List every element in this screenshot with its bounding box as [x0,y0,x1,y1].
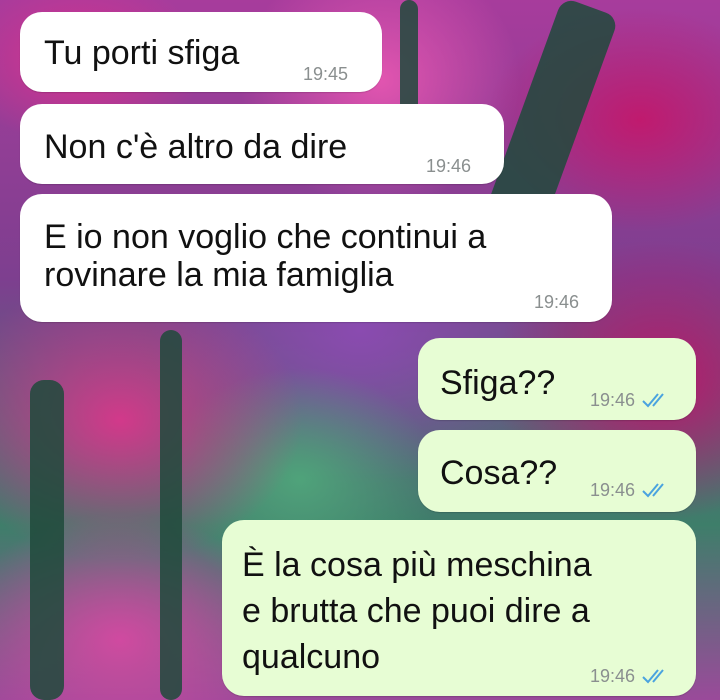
double-check-read-icon [641,392,671,408]
wallpaper-tree-trunk [400,0,418,120]
message-timestamp: 19:46 [590,480,671,500]
message-bubble-outgoing[interactable]: Cosa?? 19:46 [418,430,696,512]
message-timestamp: 19:46 [590,390,671,410]
message-timestamp: 19:46 [534,292,580,312]
message-text: E io non voglio che continui a rovinare … [44,218,487,294]
double-check-read-icon [641,482,671,498]
double-check-read-icon [641,668,671,684]
message-text: È la cosa più meschina e brutta che puoi… [242,546,592,676]
message-bubble-outgoing[interactable]: Sfiga?? 19:46 [418,338,696,420]
wallpaper-tree-trunk [30,380,64,700]
message-bubble-incoming[interactable]: Tu porti sfiga 19:45 [20,12,382,92]
message-timestamp: 19:45 [303,64,349,84]
message-timestamp: 19:46 [426,156,472,176]
message-text: Sfiga?? [440,364,556,402]
message-time-label: 19:46 [590,666,636,686]
message-bubble-incoming[interactable]: E io non voglio che continui a rovinare … [20,194,612,322]
message-time-label: 19:46 [590,390,636,410]
wallpaper-tree-trunk [160,330,182,700]
message-bubble-incoming[interactable]: Non c'è altro da dire 19:46 [20,104,504,184]
message-text: Non c'è altro da dire [44,128,348,166]
message-timestamp: 19:46 [590,666,671,686]
message-bubble-outgoing[interactable]: È la cosa più meschina e brutta che puoi… [222,520,696,696]
message-text: Tu porti sfiga [44,34,240,72]
message-time-label: 19:46 [590,480,636,500]
message-text: Cosa?? [440,454,558,492]
